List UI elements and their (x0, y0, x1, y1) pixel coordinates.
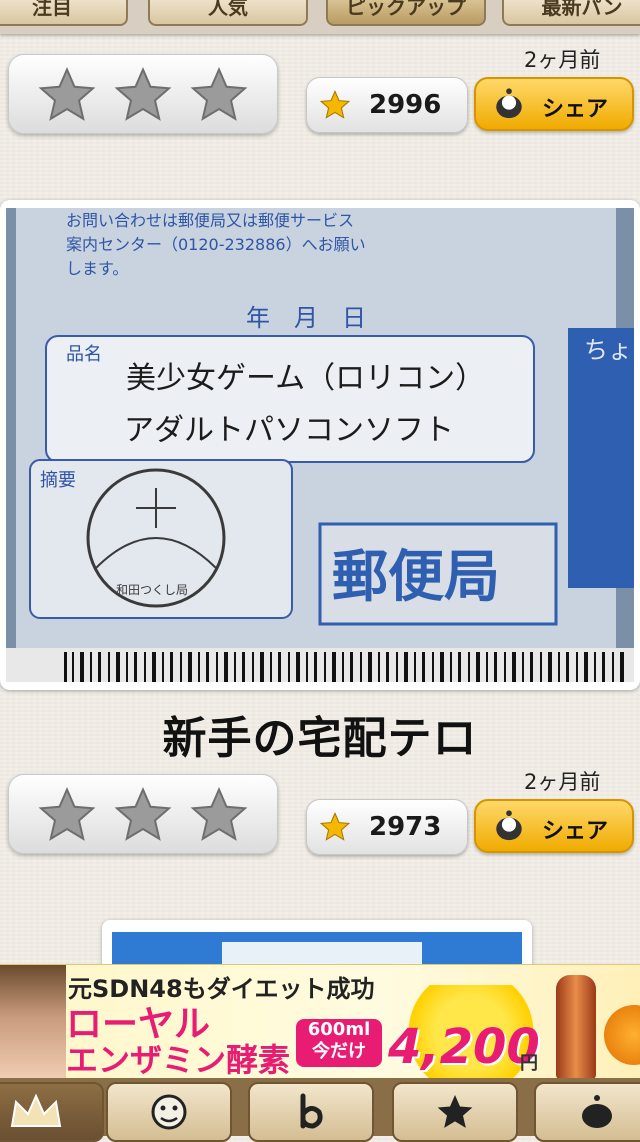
ad-model-photo (0, 965, 66, 1079)
ad-yen: 円 (520, 1053, 538, 1074)
share-button-label: シェア (542, 819, 609, 844)
bottom-tab-b[interactable] (248, 1082, 374, 1142)
share-button[interactable]: シェア (474, 799, 634, 853)
bottom-tab-bar (0, 1078, 640, 1142)
post-time: 2ヶ月前 (524, 770, 601, 794)
ad-bottle-image (556, 975, 596, 1079)
star-icon (319, 90, 351, 119)
svg-text:アダルトパソコンソフト: アダルトパソコンソフト (124, 413, 454, 448)
svg-text:摘要: 摘要 (40, 470, 76, 491)
svg-text:します。: します。 (66, 259, 128, 278)
favorite-count: 2973 (306, 799, 468, 855)
star-icon (319, 812, 351, 841)
star-icon[interactable] (35, 65, 99, 125)
star-icon[interactable] (111, 785, 175, 845)
svg-text:品名: 品名 (66, 344, 102, 365)
ad-banner[interactable]: 元SDN48もダイエット成功 ローヤル エンザミン酵素 600ml 今だけ 4,… (0, 964, 640, 1079)
svg-text:年 月 日: 年 月 日 (246, 304, 366, 332)
rating-stars[interactable] (8, 54, 278, 134)
favorite-count: 2996 (306, 77, 468, 133)
tab-pickup[interactable]: ピックアップ (326, 0, 486, 26)
ad-product-name-2: エンザミン酵素 (66, 1041, 291, 1079)
svg-text:郵便局: 郵便局 (332, 545, 500, 610)
share-character-icon (496, 810, 522, 841)
tab-latest[interactable]: 最新パン (502, 0, 640, 26)
bell-icon (582, 1095, 612, 1128)
bottom-tab-favorites[interactable] (392, 1082, 518, 1142)
bottom-tab-ranking[interactable] (0, 1082, 104, 1142)
rating-stars[interactable] (8, 774, 278, 854)
face-icon (151, 1094, 187, 1130)
tab-popular[interactable]: 人気 (148, 0, 308, 26)
ad-tag: 600ml 今だけ (296, 1019, 382, 1067)
svg-text:ちょう付用: ちょう付用 (584, 336, 634, 364)
share-character-icon (496, 88, 522, 119)
star-icon[interactable] (111, 65, 175, 125)
post-title[interactable]: 新手の宅配テロ (0, 702, 640, 766)
favorite-count-value: 2996 (369, 90, 442, 120)
post-photo[interactable]: お問い合わせは郵便局又は郵便サービス 案内センター（0120-232886）へお… (6, 208, 634, 682)
share-button-label: シェア (542, 97, 609, 122)
star-icon (437, 1095, 473, 1128)
bottom-tab-notifications[interactable] (534, 1082, 640, 1142)
b-logo-icon (300, 1093, 323, 1129)
star-icon[interactable] (35, 785, 99, 845)
star-icon[interactable] (187, 785, 251, 845)
star-icon[interactable] (187, 65, 251, 125)
svg-text:案内センター（0120-232886）へお願い: 案内センター（0120-232886）へお願い (66, 235, 366, 254)
post-photo-card[interactable]: お問い合わせは郵便局又は郵便サービス 案内センター（0120-232886）へお… (0, 200, 640, 690)
ad-orange-image (604, 1005, 640, 1065)
favorite-count-value: 2973 (369, 812, 442, 842)
bottom-tab-face[interactable] (106, 1082, 232, 1142)
svg-text:美少女ゲーム（ロリコン）: 美少女ゲーム（ロリコン） (126, 361, 485, 396)
share-button[interactable]: シェア (474, 77, 634, 131)
svg-text:和田つくし局: 和田つくし局 (116, 583, 188, 597)
top-tab-bar: 注目 人気 ピックアップ 最新パン (0, 0, 640, 34)
ad-price: 4,200 (388, 1019, 540, 1075)
svg-text:お問い合わせは郵便局又は郵便サービス: お問い合わせは郵便局又は郵便サービス (66, 211, 354, 230)
post-time: 2ヶ月前 (524, 48, 601, 72)
tab-attention[interactable]: 注目 (0, 0, 128, 26)
crown-icon (10, 1093, 62, 1127)
